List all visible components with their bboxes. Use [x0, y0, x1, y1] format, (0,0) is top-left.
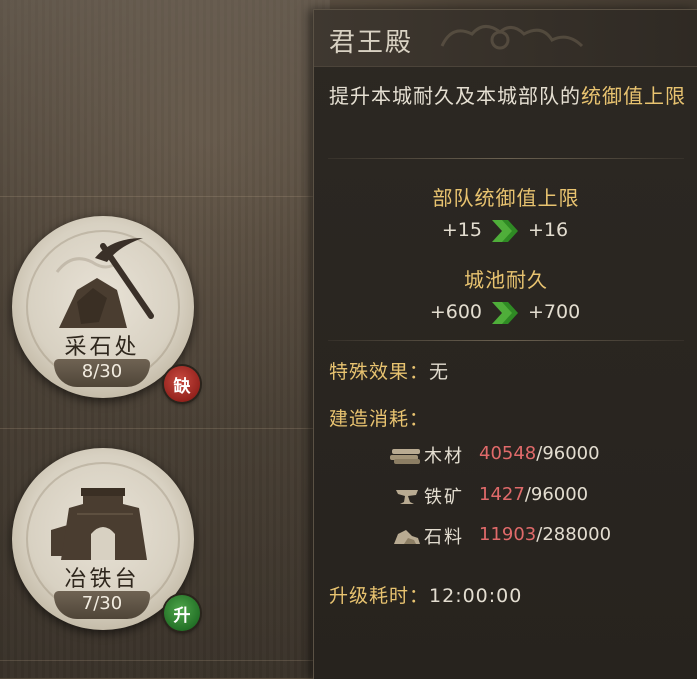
stat-to: +700 [528, 301, 581, 323]
cost-row-iron: 铁矿 1427/96000 [390, 482, 690, 510]
stat-label: 部队统御值上限 [432, 186, 580, 210]
cost-value: 1427/96000 [479, 484, 588, 505]
special-effect-value: 无 [429, 361, 450, 383]
stone-icon [394, 530, 420, 544]
upgrade-badge[interactable]: 升 [164, 595, 200, 631]
special-effect: 特殊效果：无 [329, 357, 449, 384]
green-arrow-icon [492, 302, 518, 324]
building-name: 冶铁台 [64, 567, 140, 592]
divider [328, 340, 684, 341]
building-name: 采石处 [64, 335, 140, 360]
divider-line [0, 660, 320, 661]
cost-row-wood: 木材 40548/96000 [390, 441, 690, 469]
stat-from: +15 [441, 219, 482, 241]
description-highlight: 统御值上限 [581, 84, 686, 108]
furnace-icon [51, 488, 147, 560]
cost-have: 11903 [479, 524, 537, 545]
divider-line [0, 196, 320, 197]
cost-need: /288000 [536, 524, 612, 545]
pickaxe-rock-icon [55, 238, 154, 328]
cost-value: 40548/96000 [479, 443, 600, 464]
wood-icon [390, 449, 420, 464]
tooltip-description: 提升本城耐久及本城部队的统御值上限 [329, 80, 689, 113]
cost-have: 1427 [479, 484, 525, 505]
stat-from: +600 [429, 301, 482, 323]
stat-change-row: +15 +16 [314, 217, 697, 245]
cost-need: /96000 [536, 443, 600, 464]
building-quarry[interactable]: 采石处 8/30 缺 [2, 208, 202, 408]
divider-line [0, 428, 320, 429]
stat-change-row: +600 +700 [314, 299, 697, 327]
cost-row-stone: 石料 11903/288000 [390, 522, 690, 550]
description-text: 提升本城耐久及本城部队的 [329, 84, 581, 108]
cost-name: 石料 [424, 527, 464, 548]
tooltip-header: 君王殿 [314, 10, 697, 67]
building-ironworks[interactable]: 冶铁台 7/30 升 [2, 440, 202, 640]
stat-to: +16 [528, 219, 569, 241]
cost-need: /96000 [524, 484, 589, 505]
upgrade-time: 升级耗时：12:00:00 [329, 581, 522, 608]
stat-label: 城池耐久 [464, 268, 548, 292]
cost-name: 木材 [424, 446, 464, 467]
shortage-badge[interactable]: 缺 [164, 366, 200, 402]
cost-label: 建造消耗： [329, 408, 430, 430]
cloud-ornament-icon [440, 25, 584, 50]
cost-have: 40548 [479, 443, 537, 464]
cost-name: 铁矿 [424, 487, 464, 508]
tooltip-title: 君王殿 [329, 28, 414, 58]
special-effect-label: 特殊效果： [329, 361, 430, 383]
anvil-icon [396, 490, 418, 504]
cost-value: 11903/288000 [479, 524, 611, 545]
building-tooltip: 君王殿 提升本城耐久及本城部队的统御值上限 部队统御值上限 +15 +16 城池… [313, 9, 697, 679]
divider [328, 158, 684, 159]
upgrade-time-label: 升级耗时： [329, 585, 430, 607]
upgrade-time-value: 12:00:00 [429, 585, 523, 607]
green-arrow-icon [492, 220, 518, 242]
